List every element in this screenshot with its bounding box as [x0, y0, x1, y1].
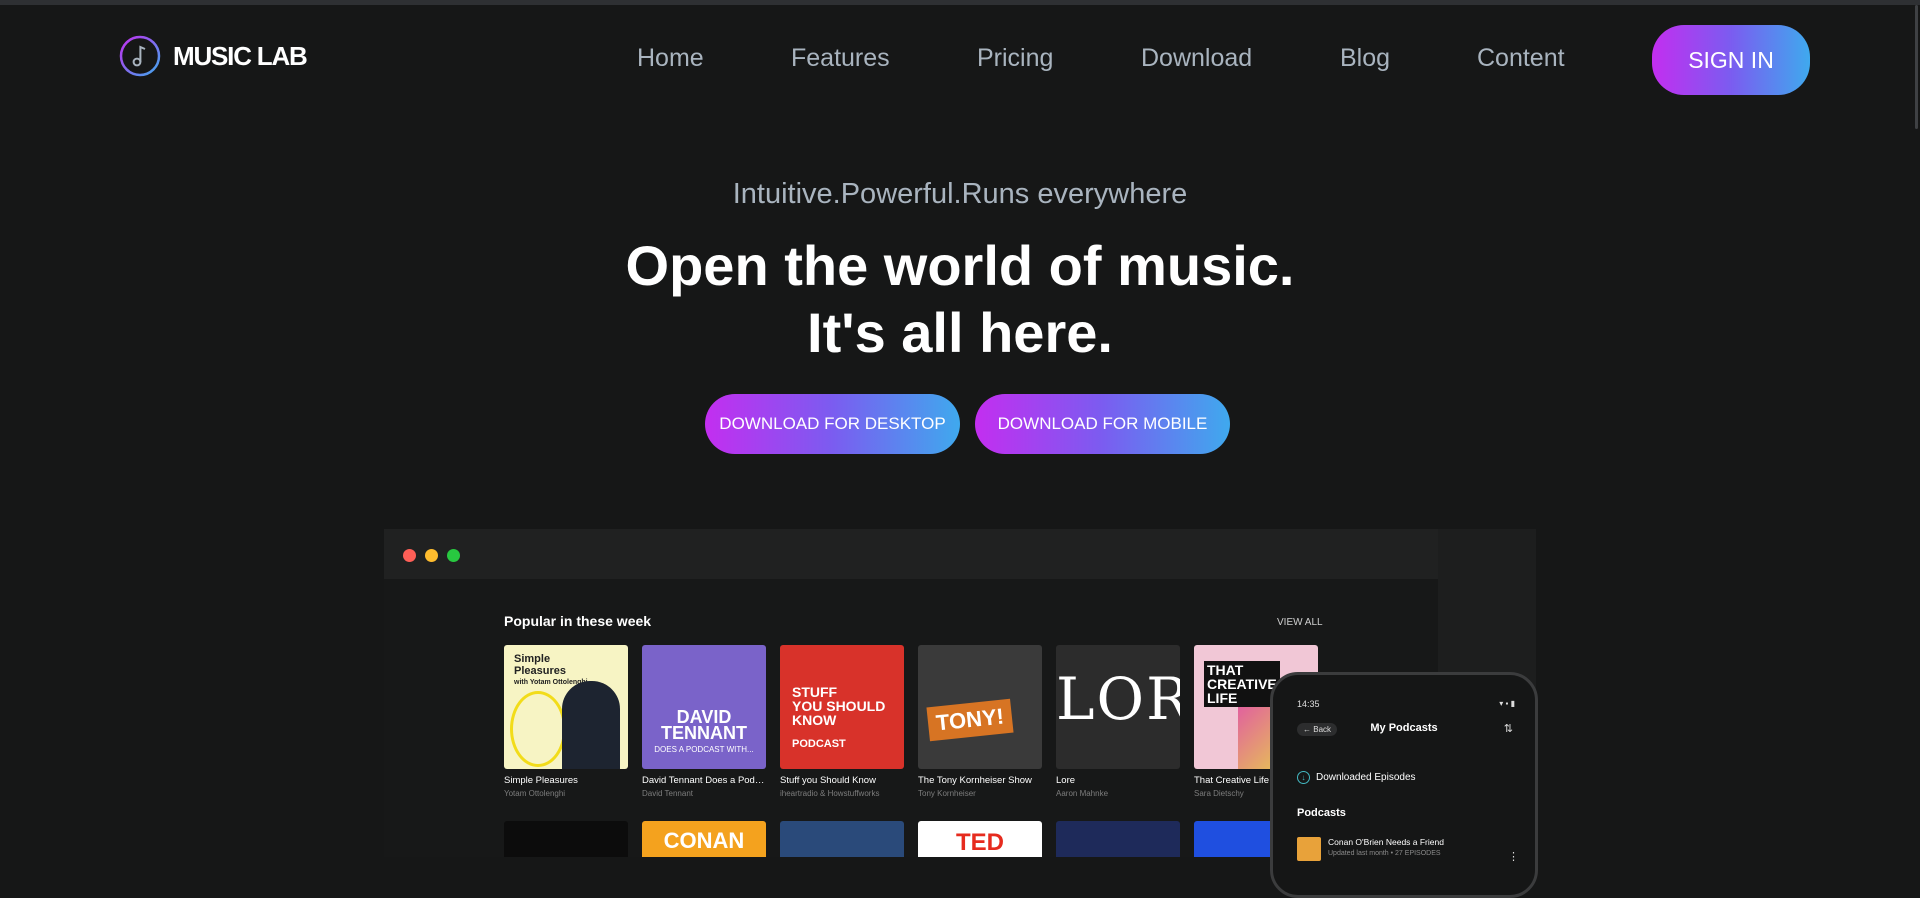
card-title: Stuff you Should Know	[780, 775, 876, 786]
card-title: The Tony Kornheiser Show	[918, 775, 1032, 786]
nav-download[interactable]: Download	[1141, 44, 1252, 73]
card-subtitle: Tony Kornheiser	[918, 789, 976, 798]
brand-name: MUSIC LAB	[173, 40, 308, 71]
podcast-thumbnail	[1297, 837, 1321, 861]
podcast-cover: LORE	[1056, 645, 1180, 769]
nav-content[interactable]: Content	[1477, 44, 1565, 73]
podcast-card-partial[interactable]: CONAN	[642, 821, 766, 857]
close-dot-icon	[403, 549, 416, 562]
podcast-card-partial[interactable]	[1056, 821, 1180, 857]
card-subtitle: iheartradio & Howstuffworks	[780, 789, 880, 798]
cover-text: THAT CREATIVE LIFE	[1204, 661, 1280, 707]
cover-person	[562, 681, 620, 769]
download-mobile-button[interactable]: DOWNLOAD FOR MOBILE	[975, 394, 1230, 454]
card-subtitle: Aaron Mahnke	[1056, 789, 1109, 798]
headline-line-2: It's all here.	[807, 301, 1113, 364]
cover-text: DAVID TENNANT	[661, 707, 747, 743]
sign-in-button[interactable]: SIGN IN	[1652, 25, 1810, 95]
view-all-link[interactable]: VIEW ALL	[1277, 617, 1323, 628]
minimize-dot-icon	[425, 549, 438, 562]
podcast-cover: STUFF YOU SHOULD KNOW PODCAST	[780, 645, 904, 769]
podcast-card-partial[interactable]	[504, 821, 628, 857]
scrollbar[interactable]	[1915, 5, 1918, 129]
podcast-cover: Simple Pleasures with Yotam Ottolenghi	[504, 645, 628, 769]
phone-mockup: 14:35 ▾ ▪ ▮ ← Back My Podcasts ⇅ ↓ Downl…	[1270, 672, 1538, 898]
podcast-card[interactable]: LORE Lore Aaron Mahnke	[1056, 645, 1180, 798]
downloaded-episodes-link[interactable]: ↓ Downloaded Episodes	[1297, 771, 1416, 784]
podcast-list-item[interactable]: Conan O'Brien Needs a Friend Updated las…	[1297, 837, 1444, 861]
music-note-logo-icon	[119, 35, 161, 77]
podcast-card[interactable]: DAVID TENNANT DOES A PODCAST WITH... Dav…	[642, 645, 766, 798]
cover-text: TONY!	[926, 698, 1014, 742]
browser-top-bar	[0, 0, 1920, 5]
download-icon: ↓	[1297, 771, 1310, 784]
podcast-card-partial[interactable]: TED	[918, 821, 1042, 857]
logo[interactable]: MUSIC LAB	[119, 35, 308, 77]
card-subtitle: Yotam Ottolenghi	[504, 789, 566, 798]
hero-headline: Open the world of music. It's all here.	[0, 232, 1920, 366]
podcast-card-partial[interactable]	[780, 821, 904, 857]
cover-text: STUFF YOU SHOULD KNOW	[792, 684, 886, 728]
phone-screen-title: My Podcasts	[1370, 722, 1438, 734]
maximize-dot-icon	[447, 549, 460, 562]
nav-home[interactable]: Home	[637, 44, 704, 73]
podcast-cover: DAVID TENNANT DOES A PODCAST WITH...	[642, 645, 766, 769]
nav-blog[interactable]: Blog	[1340, 44, 1390, 73]
phone-status-icons: ▾ ▪ ▮	[1499, 699, 1515, 708]
phone-time: 14:35	[1297, 699, 1320, 709]
download-desktop-button[interactable]: DOWNLOAD FOR DESKTOP	[705, 394, 960, 454]
podcast-card[interactable]: TONY! The Tony Kornheiser Show Tony Korn…	[918, 645, 1042, 798]
nav-features[interactable]: Features	[791, 44, 890, 73]
sort-icon[interactable]: ⇅	[1504, 722, 1513, 735]
section-title: Popular in these week	[504, 613, 652, 629]
cover-subtext: DOES A PODCAST WITH...	[654, 745, 754, 754]
headline-line-1: Open the world of music.	[625, 234, 1295, 297]
cover-text: LORE	[1056, 665, 1180, 733]
card-title: Lore	[1056, 775, 1076, 786]
nav-pricing[interactable]: Pricing	[977, 44, 1053, 73]
window-title-bar	[384, 529, 1438, 579]
podcast-card[interactable]: Simple Pleasures with Yotam Ottolenghi S…	[504, 645, 628, 798]
cover-subtext: PODCAST	[792, 738, 846, 750]
podcasts-heading: Podcasts	[1297, 807, 1346, 819]
card-title: David Tennant Does a Podc...	[642, 775, 766, 786]
podcast-cover: TONY!	[918, 645, 1042, 769]
tagline: Intuitive.Powerful.Runs everywhere	[732, 178, 1188, 210]
card-subtitle: David Tennant	[642, 789, 693, 798]
card-title: Simple Pleasures	[504, 775, 578, 786]
cover-decoration	[510, 691, 566, 767]
podcast-card[interactable]: STUFF YOU SHOULD KNOW PODCAST Stuff you …	[780, 645, 904, 798]
